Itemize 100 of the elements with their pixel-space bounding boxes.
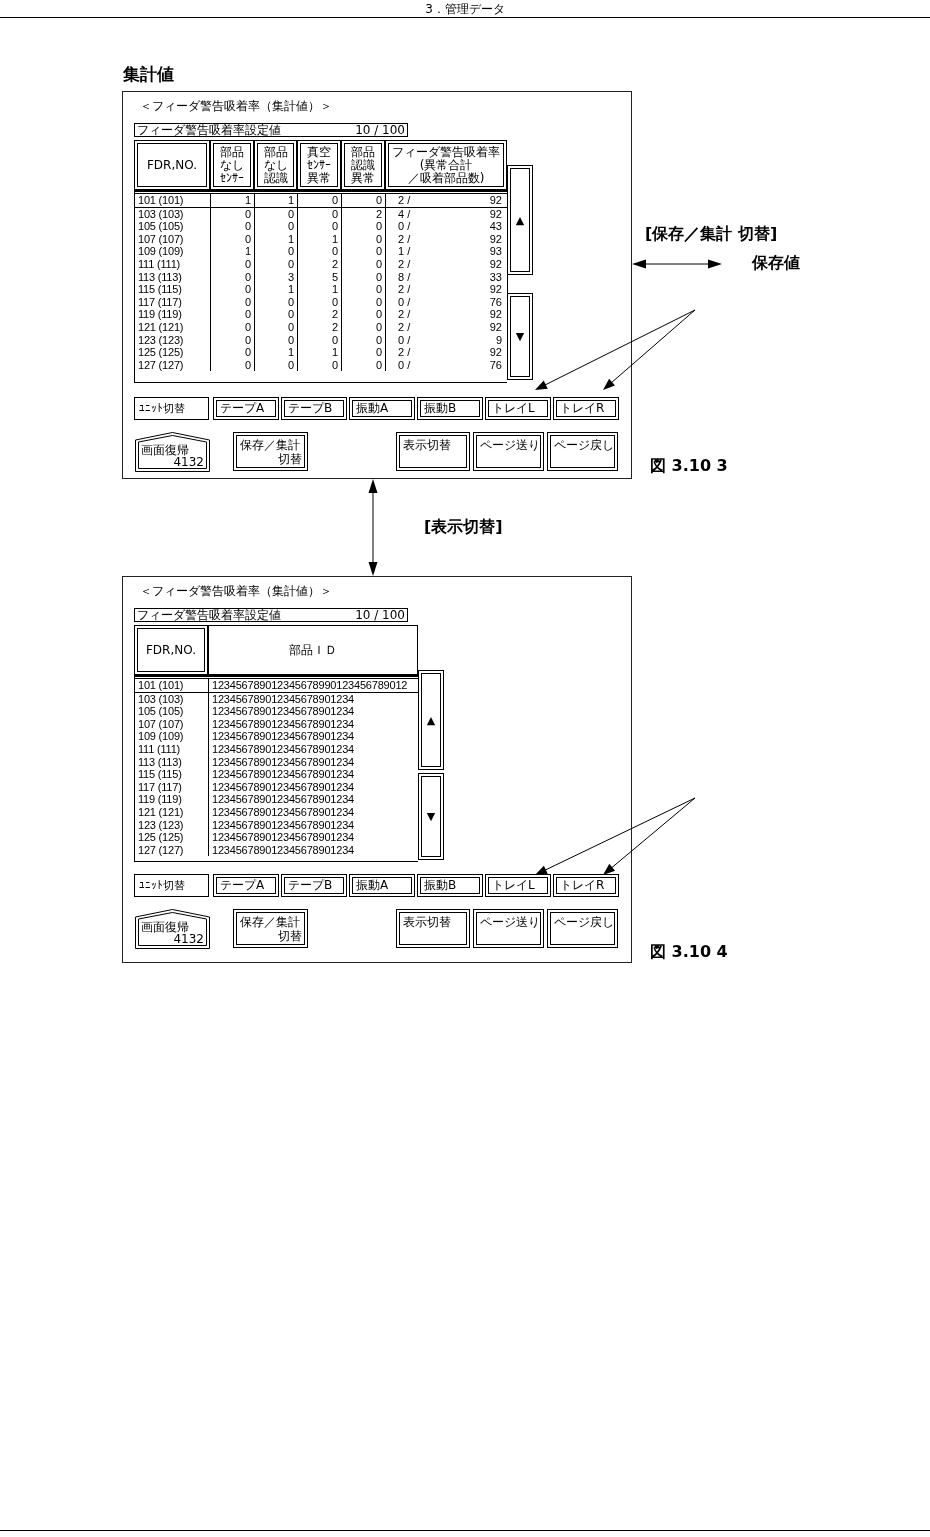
saved-values-note: 保存値 [752, 253, 800, 274]
part-id: 123456789012345678901234 [211, 793, 356, 806]
part-id: 123456789012345678901234 [211, 730, 356, 743]
fdr-number: 103 (103) [135, 207, 211, 221]
scroll-down-button[interactable]: ▼ [507, 293, 533, 380]
unit-tab[interactable]: テープA [213, 874, 279, 897]
error-count: 0 / [398, 358, 411, 372]
count-cell: 3 [255, 270, 298, 284]
fdr-number: 123 (123) [135, 818, 209, 832]
header-text: フィーダ警告吸着率 [392, 145, 500, 159]
fdr-number: 107 (107) [135, 232, 211, 246]
unit-tab[interactable]: トレイR [553, 874, 619, 897]
function-button[interactable]: ページ戻し [547, 432, 618, 471]
unit-tab[interactable]: トレイL [485, 397, 551, 420]
fdr-number: 101 (101) [135, 194, 211, 207]
header-text: 真空 [307, 145, 331, 159]
save-total-toggle-button[interactable]: 保存／集計 切替 [233, 909, 308, 948]
part-id: 123456789012345678990123456789012 [211, 679, 409, 692]
unit-tab[interactable]: 振動B [417, 397, 483, 420]
fdr-number: 115 (115) [135, 768, 209, 781]
fdr-number: 105 (105) [135, 220, 211, 233]
unit-tab[interactable]: 振動A [349, 874, 415, 897]
count-cell: 0 [342, 220, 386, 233]
save-total-toggle-button[interactable]: 保存／集計 切替 [233, 432, 308, 471]
count-cell: 0 [211, 320, 255, 334]
error-count: 0 / [398, 333, 411, 347]
count-cell: 0 [211, 308, 255, 321]
count-cell: 0 [211, 220, 255, 233]
count-cell: 1 [211, 194, 255, 207]
unit-tab[interactable]: 振動A [349, 397, 415, 420]
screen-title: ＜フィーダ警告吸着率（集計値）＞ [140, 98, 333, 114]
unit-switch-label: ﾕﾆｯﾄ切替 [134, 397, 209, 420]
unit-tab[interactable]: テープA [213, 397, 279, 420]
error-count: 0 / [398, 220, 411, 233]
fdr-number: 123 (123) [135, 333, 211, 347]
count-cell: 0 [342, 295, 386, 309]
pickup-count: 92 [489, 232, 502, 246]
function-button[interactable]: ページ送り [473, 909, 544, 948]
error-count: 2 / [398, 308, 411, 321]
part-id: 123456789012345678901234 [211, 805, 356, 819]
header-text: 異常 [351, 171, 375, 185]
unit-switch-label: ﾕﾆｯﾄ切替 [134, 874, 209, 897]
error-count: 4 / [398, 207, 411, 221]
count-cell: 0 [255, 308, 298, 321]
scroll-up-button[interactable]: ▲ [418, 670, 444, 770]
fdr-number: 111 (111) [135, 257, 211, 271]
figure-caption: 図 3.10 3 [650, 456, 729, 477]
unit-tab[interactable]: テープB [281, 397, 347, 420]
unit-tab[interactable]: トレイL [485, 874, 551, 897]
function-button[interactable]: ページ送り [473, 432, 544, 471]
fdr-number: 105 (105) [135, 705, 209, 718]
count-cell: 0 [211, 270, 255, 284]
fdr-number: 109 (109) [135, 730, 209, 743]
unit-tab[interactable]: テープB [281, 874, 347, 897]
part-id: 123456789012345678901234 [211, 755, 356, 769]
count-cell: 0 [255, 320, 298, 334]
count-cell: 2 [298, 257, 342, 271]
page-header: 3．管理データ [424, 1, 506, 17]
fdr-number: 107 (107) [135, 717, 209, 731]
fdr-number: 101 (101) [135, 679, 209, 692]
part-id: 123456789012345678901234 [211, 742, 356, 756]
count-cell: 0 [298, 333, 342, 347]
section-title: 集計値 [123, 64, 175, 84]
count-cell: 1 [298, 283, 342, 296]
pickup-count: 33 [489, 270, 502, 284]
function-button[interactable]: 表示切替 [396, 909, 470, 948]
display-toggle-note: [表示切替] [424, 517, 503, 538]
count-cell: 0 [255, 220, 298, 233]
count-cell: 0 [342, 358, 386, 372]
function-button[interactable]: 表示切替 [396, 432, 470, 471]
error-count: 2 / [398, 257, 411, 271]
error-count: 8 / [398, 270, 411, 284]
fdr-number: 121 (121) [135, 805, 209, 819]
scroll-up-button[interactable]: ▲ [507, 165, 533, 275]
restore-screen-button[interactable]: 画面復帰 4132 [135, 432, 210, 472]
count-cell: 0 [211, 295, 255, 309]
count-cell: 1 [298, 232, 342, 246]
count-cell: 0 [255, 358, 298, 372]
fdr-number: 111 (111) [135, 742, 209, 756]
count-cell: 1 [298, 346, 342, 359]
fdr-number: 127 (127) [135, 358, 211, 372]
setting-value: 10 / 100 [355, 609, 405, 621]
header-text: 部品 [351, 145, 375, 159]
count-cell: 5 [298, 270, 342, 284]
unit-tab[interactable]: トレイR [553, 397, 619, 420]
pickup-count: 93 [489, 245, 502, 258]
count-cell: 1 [211, 245, 255, 258]
pickup-count: 92 [489, 346, 502, 359]
error-count: 2 / [398, 346, 411, 359]
count-cell: 0 [298, 295, 342, 309]
scroll-down-button[interactable]: ▼ [418, 773, 444, 860]
part-id: 123456789012345678901234 [211, 780, 356, 794]
header-text: 認識 [351, 158, 375, 172]
error-count: 1 / [398, 245, 411, 258]
restore-screen-button[interactable]: 画面復帰 4132 [135, 909, 210, 949]
fdr-number: 113 (113) [135, 270, 211, 284]
toggle-note: [保存／集計 切替] [645, 224, 779, 245]
unit-tab[interactable]: 振動B [417, 874, 483, 897]
part-id: 123456789012345678901234 [211, 705, 356, 718]
function-button[interactable]: ページ戻し [547, 909, 618, 948]
